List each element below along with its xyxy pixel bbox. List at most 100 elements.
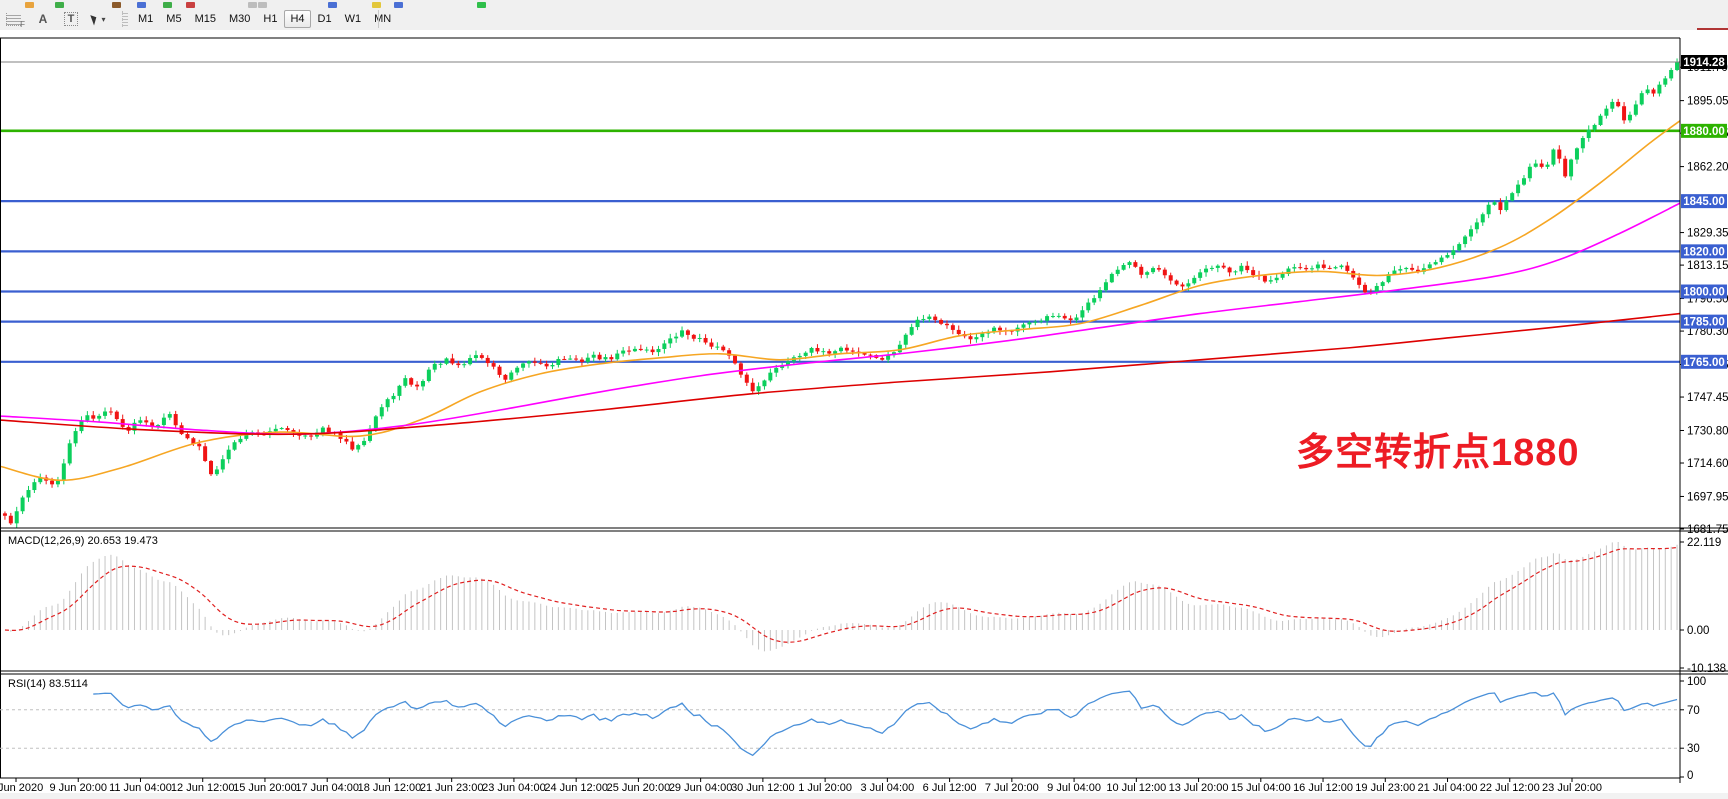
candle-body: [551, 365, 555, 366]
price-axis[interactable]: 1911.701895.051878.851862.201829.351813.…: [1680, 55, 1728, 536]
candle-body: [144, 420, 148, 422]
price-tick-label: 1714.60: [1687, 458, 1728, 470]
candle-body: [815, 348, 819, 351]
candle-body: [969, 336, 973, 339]
candle-body: [1469, 229, 1473, 236]
candle-body: [498, 367, 502, 375]
candle-body: [839, 348, 843, 351]
candle-body: [951, 325, 955, 330]
candle-body: [15, 511, 19, 523]
rsi-indicator-label: RSI(14) 83.5114: [8, 678, 88, 690]
candle-body: [656, 349, 660, 352]
candle-body: [1587, 130, 1591, 138]
candle-body: [91, 415, 95, 418]
candle-body: [1634, 104, 1638, 114]
candle-body: [1522, 178, 1526, 184]
price-tick-label: 1813.15: [1687, 260, 1728, 272]
candle-body: [715, 347, 719, 348]
chart-canvas[interactable]: 1911.701895.051878.851862.201829.351813.…: [0, 0, 1728, 799]
candle-body: [1334, 267, 1338, 268]
candle-body: [704, 338, 708, 343]
candle-body: [374, 416, 378, 428]
candle-body: [916, 320, 920, 327]
candle-body: [1269, 280, 1273, 281]
candle-body: [21, 498, 25, 512]
candle-body: [845, 348, 849, 351]
candle-body: [1304, 268, 1308, 269]
candle-body: [1163, 270, 1167, 276]
time-tick-label: 23 Jul 20:00: [1542, 782, 1602, 794]
price-tick-label: 1862.20: [1687, 162, 1728, 174]
time-tick-label: 12 Jun 12:00: [171, 782, 235, 794]
candle-body: [1669, 70, 1673, 78]
candle-body: [745, 375, 749, 383]
candle-body: [215, 469, 219, 474]
candle-body: [1610, 102, 1614, 109]
candle-body: [1640, 93, 1644, 104]
candle-body: [1410, 268, 1414, 270]
candle-body: [1186, 283, 1190, 286]
candle-body: [274, 429, 278, 431]
hline-price-badge-text: 1820.00: [1683, 246, 1725, 258]
candle-body: [639, 349, 643, 350]
candle-body: [1622, 106, 1626, 120]
candle-body: [527, 361, 531, 363]
candle-body: [851, 351, 855, 352]
candle-body: [509, 373, 513, 380]
candle-body: [574, 359, 578, 360]
candle-body: [521, 363, 525, 367]
candle-body: [492, 363, 496, 367]
candle-body: [1563, 159, 1567, 177]
time-tick-label: 13 Jul 20:00: [1169, 782, 1229, 794]
candle-body: [350, 442, 354, 450]
candle-body: [533, 361, 537, 362]
candle-body: [580, 360, 584, 362]
macd-axis-label: 0.00: [1687, 625, 1709, 637]
candle-body: [362, 441, 366, 445]
candle-body: [445, 358, 449, 363]
candle-body: [904, 335, 908, 345]
time-tick-label: 23 Jun 04:00: [482, 782, 546, 794]
candle-body: [439, 364, 443, 365]
time-tick-label: 24 Jun 12:00: [544, 782, 608, 794]
candle-body: [680, 330, 684, 336]
candle-body: [9, 516, 13, 524]
time-tick-label: 19 Jul 23:00: [1355, 782, 1415, 794]
candle-body: [1233, 271, 1237, 272]
candle-body: [392, 396, 396, 399]
candle-body: [1663, 78, 1667, 84]
price-tick-label: 1681.75: [1687, 524, 1728, 536]
time-tick-label: 9 Jul 04:00: [1047, 782, 1101, 794]
candle-body: [910, 327, 914, 335]
time-tick-label: 30 Jun 12:00: [731, 782, 795, 794]
candle-body: [621, 351, 625, 354]
candle-body: [645, 350, 649, 351]
candle-body: [562, 359, 566, 360]
candle-body: [1228, 268, 1232, 273]
candle-body: [68, 443, 72, 463]
candle-body: [1086, 303, 1090, 311]
candle-body: [545, 364, 549, 367]
candle-body: [1157, 268, 1161, 270]
candle-body: [1139, 267, 1143, 275]
candle-body: [1322, 265, 1326, 268]
hline-price-badge-text: 1765.00: [1683, 357, 1725, 369]
candle-body: [1198, 272, 1202, 278]
candle-body: [238, 439, 242, 442]
candle-body: [380, 407, 384, 416]
candle-body: [1457, 244, 1461, 250]
candle-body: [1104, 282, 1108, 290]
candle-body: [1593, 125, 1597, 130]
time-tick-label: 15 Jun 20:00: [233, 782, 297, 794]
candle-body: [209, 461, 213, 474]
candle-body: [1063, 316, 1067, 318]
candle-body: [197, 444, 201, 447]
candle-body: [651, 350, 655, 353]
candle-body: [233, 442, 237, 449]
candle-body: [1310, 268, 1314, 269]
price-tick-label: 1895.05: [1687, 96, 1728, 108]
candle-body: [1534, 164, 1538, 167]
candle-body: [768, 373, 772, 381]
candle-body: [1339, 266, 1343, 268]
candle-body: [203, 446, 207, 461]
